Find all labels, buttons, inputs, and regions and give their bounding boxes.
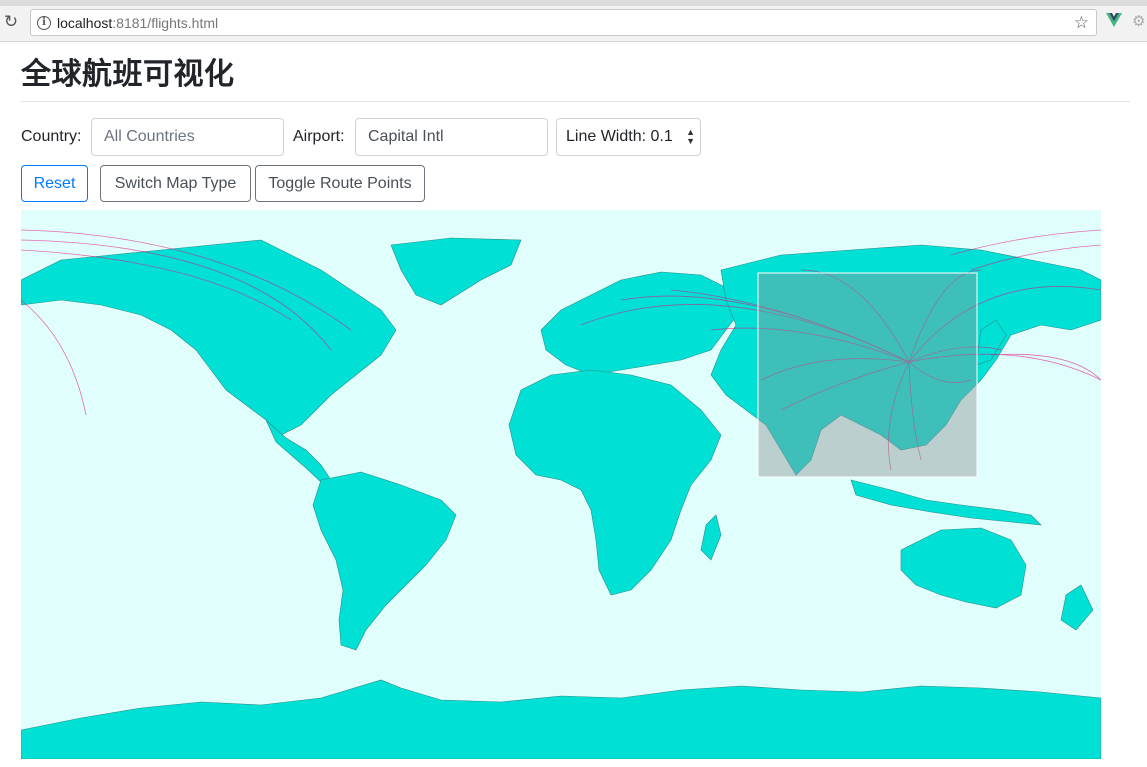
select-arrows-icon: ▲ ▼ <box>686 127 695 146</box>
bookmark-star-icon[interactable]: ☆ <box>1074 13 1089 33</box>
url-text[interactable]: localhost:8181/flights.html <box>57 15 218 31</box>
south-america <box>312 471 457 651</box>
reset-button[interactable]: Reset <box>21 165 88 202</box>
browser-chrome: ↻ i localhost:8181/flights.html ☆ ⚙ <box>0 0 1147 42</box>
country-input[interactable] <box>91 118 284 156</box>
switch-map-type-button[interactable]: Switch Map Type <box>100 165 251 202</box>
tab-strip[interactable] <box>0 0 1147 6</box>
toggle-route-points-button[interactable]: Toggle Route Points <box>255 165 425 202</box>
country-label: Country: <box>21 128 82 145</box>
page-title: 全球航班可视化 <box>21 57 235 92</box>
africa <box>508 369 722 596</box>
info-icon[interactable]: i <box>37 16 51 30</box>
central-america <box>265 419 332 483</box>
indonesia <box>850 479 1042 526</box>
line-width-select[interactable]: Line Width: 0.1 ▲ ▼ <box>556 118 701 156</box>
world-flight-map[interactable] <box>21 210 1101 759</box>
selection-box[interactable] <box>757 272 978 478</box>
airport-label: Airport: <box>293 128 345 145</box>
url-path: :8181/flights.html <box>112 15 219 31</box>
extension-icon[interactable]: ⚙ <box>1132 12 1147 30</box>
greenland <box>390 237 522 306</box>
australia <box>900 527 1027 609</box>
europe <box>540 271 742 376</box>
vue-devtools-icon[interactable] <box>1106 13 1122 33</box>
north-america <box>21 239 397 436</box>
line-width-value: Line Width: 0.1 <box>566 128 673 145</box>
new-zealand <box>1060 584 1094 631</box>
header-divider <box>21 101 1130 102</box>
reload-icon[interactable]: ↻ <box>2 13 20 31</box>
madagascar <box>700 514 722 561</box>
airport-input[interactable] <box>355 118 548 156</box>
url-host: localhost <box>57 15 113 31</box>
antarctica <box>21 679 1101 759</box>
address-bar[interactable]: i localhost:8181/flights.html ☆ <box>30 9 1097 36</box>
